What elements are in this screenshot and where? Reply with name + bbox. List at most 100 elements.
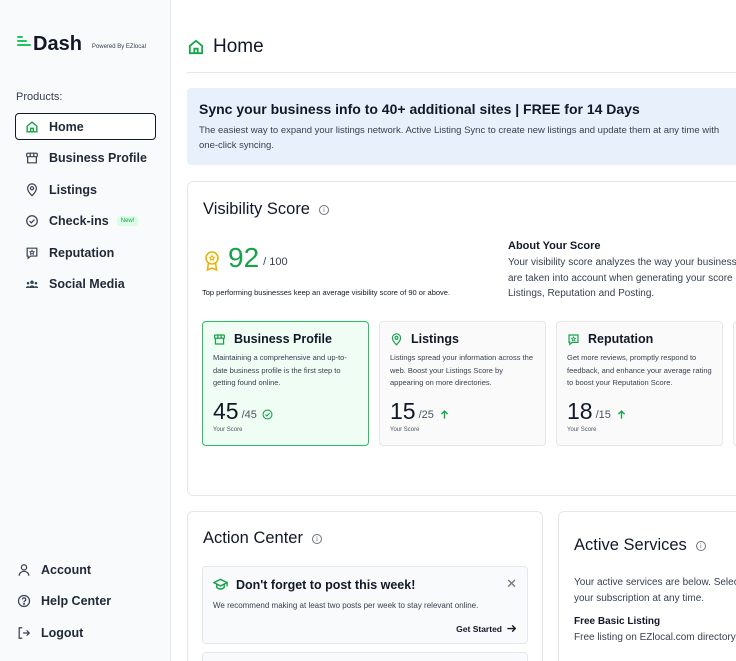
products-label: Products: [16, 91, 63, 103]
services-description-line: your subscription at any time. [574, 593, 705, 604]
page-header: Home [187, 36, 264, 58]
award-icon [205, 251, 219, 272]
reminder-title: Don't forget to post this week! [236, 577, 416, 592]
card-score-max: /15 [595, 409, 611, 421]
arrow-up-icon [617, 410, 625, 419]
check-circle-icon [262, 409, 273, 420]
card-description: Get more reviews, promptly respond to fe… [567, 353, 712, 387]
business-profile-score-card[interactable]: Business Profile Maintaining a comprehen… [202, 321, 369, 446]
powered-by: Powered By EZlocal [91, 44, 146, 50]
user-icon [17, 563, 31, 577]
card-description: Listings spread your information across … [390, 353, 533, 387]
page-title: Home [213, 36, 264, 57]
home-icon [25, 120, 39, 134]
listings-score-card[interactable]: Listings Listings spread your informatio… [379, 321, 546, 446]
check-circle-icon [25, 214, 39, 228]
close-icon[interactable]: ✕ [506, 576, 517, 592]
get-started-label: Get Started [456, 623, 502, 634]
new-badge: New! [116, 216, 139, 226]
about-description: Your visibility score analyzes the way y… [508, 255, 736, 302]
sidebar-bottom-nav: Account Help Center Logout [10, 556, 160, 651]
banner-title: Sync your business info to 40+ additiona… [199, 101, 640, 117]
visibility-score: 92 / 100 [204, 244, 288, 272]
logo-text: Dash [33, 33, 82, 55]
card-score-max: /25 [418, 409, 434, 421]
about-line: Listings, Reputation and Posting. [508, 288, 655, 299]
sidebar-item-home[interactable]: Home [15, 113, 156, 140]
card-title: Listings [411, 332, 459, 346]
sidebar-item-label: Home [49, 119, 84, 134]
reminder-description: We recommend making at least two posts p… [213, 601, 479, 610]
info-icon[interactable]: i [695, 540, 706, 551]
arrow-up-icon [440, 410, 448, 419]
sidebar: Dash Powered By EZlocal Products: Home B… [0, 0, 171, 661]
visibility-score-card: Visibility Score i 92 / 100 Top performi… [187, 181, 736, 496]
score-max: / 100 [263, 256, 288, 268]
card-description: Maintaining a comprehensive and up-to-da… [213, 353, 347, 387]
logout-icon [17, 626, 31, 640]
card-score-label: Your Score [213, 427, 243, 433]
reputation-score-card[interactable]: Reputation Get more reviews, promptly re… [556, 321, 723, 446]
home-icon [188, 39, 204, 55]
card-score-max: /45 [241, 409, 257, 421]
card-header: Business Profile [213, 332, 358, 346]
card-score-value: 45 [213, 398, 239, 424]
sidebar-item-check-ins[interactable]: Check-ins New! [15, 208, 156, 235]
services-description: Your active services are below. Selec yo… [574, 575, 736, 607]
sidebar-item-label: Help Center [41, 594, 112, 608]
card-header: Listings [390, 332, 535, 346]
help-icon [17, 594, 31, 608]
star-message-icon [25, 246, 39, 260]
info-icon[interactable]: i [318, 204, 329, 215]
sidebar-item-label: Business Profile [49, 151, 147, 165]
main-content: Home Sync your business info to 40+ addi… [171, 0, 736, 661]
card-score: 45 /45 [213, 400, 273, 423]
card-score-label: Your Score [567, 427, 597, 433]
storefront-icon [214, 333, 225, 345]
graduation-cap-icon [213, 578, 228, 590]
about-line: Your visibility score analyzes the way y… [508, 257, 736, 268]
score-note: Top performing businesses keep an averag… [202, 288, 451, 297]
info-icon[interactable]: i [311, 533, 322, 544]
map-pin-icon [391, 332, 402, 346]
sidebar-item-label: Social Media [49, 277, 125, 291]
about-score: About Your Score Your visibility score a… [508, 240, 736, 302]
sidebar-item-label: Listings [49, 182, 97, 197]
sidebar-item-reputation[interactable]: Reputation [15, 239, 156, 266]
sidebar-item-business-profile[interactable]: Business Profile [15, 145, 156, 172]
logo-lines-icon [17, 36, 31, 47]
next-action-item[interactable] [202, 652, 528, 661]
sync-banner[interactable]: Sync your business info to 40+ additiona… [187, 88, 736, 165]
action-center-title-text: Action Center [203, 529, 303, 547]
sidebar-nav: Home Business Profile Listings Check-ins… [15, 113, 156, 302]
action-center-title: Action Center i [203, 529, 322, 548]
banner-description: The easiest way to expand your listings … [199, 125, 720, 151]
card-score-label: Your Score [390, 427, 420, 433]
active-services-card: Active Services i Your active services a… [558, 511, 736, 661]
card-score: 18 /15 [567, 400, 627, 423]
score-value: 92 [228, 242, 260, 273]
dash-logo[interactable]: Dash Powered By EZlocal [17, 34, 146, 54]
about-line: are taken into account when generating y… [508, 272, 733, 284]
sidebar-item-help-center[interactable]: Help Center [10, 588, 160, 615]
storefront-icon [25, 151, 39, 165]
visibility-title: Visibility Score i [203, 200, 329, 219]
sidebar-item-logout[interactable]: Logout [10, 619, 160, 646]
reminder-header: Don't forget to post this week! [213, 577, 517, 592]
card-score: 15 /25 [390, 400, 450, 423]
map-pin-icon [25, 182, 39, 197]
active-services-title-text: Active Services [574, 536, 687, 554]
card-title: Business Profile [234, 332, 332, 346]
sidebar-item-social-media[interactable]: Social Media [15, 271, 156, 298]
card-score-value: 15 [390, 398, 416, 424]
users-icon [25, 277, 39, 291]
arrow-right-icon [507, 624, 517, 633]
sidebar-item-account[interactable]: Account [10, 556, 160, 583]
get-started-button[interactable]: Get Started [456, 623, 517, 634]
sidebar-item-label: Logout [41, 625, 84, 640]
service-description: Free listing on EZlocal.com directory [574, 632, 736, 643]
sidebar-item-listings[interactable]: Listings [15, 176, 156, 203]
services-description-line: Your active services are below. Selec [574, 577, 736, 588]
active-services-title: Active Services i [574, 536, 706, 555]
card-header: Reputation [567, 332, 712, 346]
